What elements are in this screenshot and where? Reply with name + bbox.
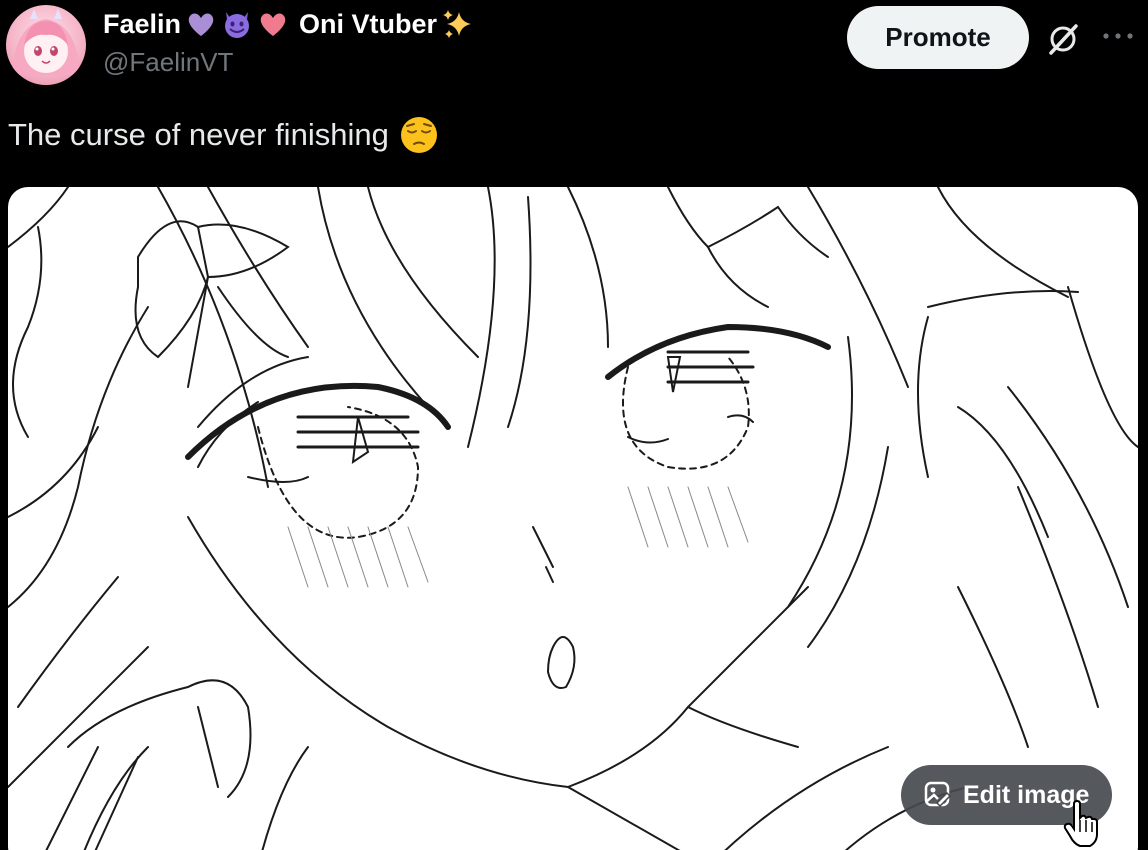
smiling-imp-icon (225, 12, 250, 38)
display-name-prefix: Faelin (103, 8, 182, 39)
pensive-face-icon (400, 117, 437, 153)
tweet-text: The curse of never finishing (8, 115, 439, 155)
display-name[interactable]: Faelin Oni Vtuber (103, 6, 473, 42)
purple-heart-icon (188, 13, 214, 36)
promote-button[interactable]: Promote (847, 6, 1029, 69)
hand-cursor-icon (1063, 800, 1098, 847)
tweet-media[interactable] (8, 187, 1138, 850)
grok-icon[interactable] (1046, 22, 1080, 56)
pink-heart-icon (260, 13, 286, 36)
tweet-text-content: The curse of never finishing (8, 117, 389, 152)
edit-image-icon (924, 781, 952, 808)
sketch-image (8, 187, 1138, 850)
sparkles-icon (443, 10, 472, 38)
display-name-suffix: Oni Vtuber (299, 8, 438, 39)
author-handle[interactable]: @FaelinVT (103, 47, 233, 78)
post: Faelin Oni Vtuber @FaelinVT Promote The … (0, 0, 1148, 850)
avatar[interactable] (6, 5, 86, 85)
more-icon[interactable] (1100, 30, 1136, 42)
avatar-image (12, 9, 80, 75)
